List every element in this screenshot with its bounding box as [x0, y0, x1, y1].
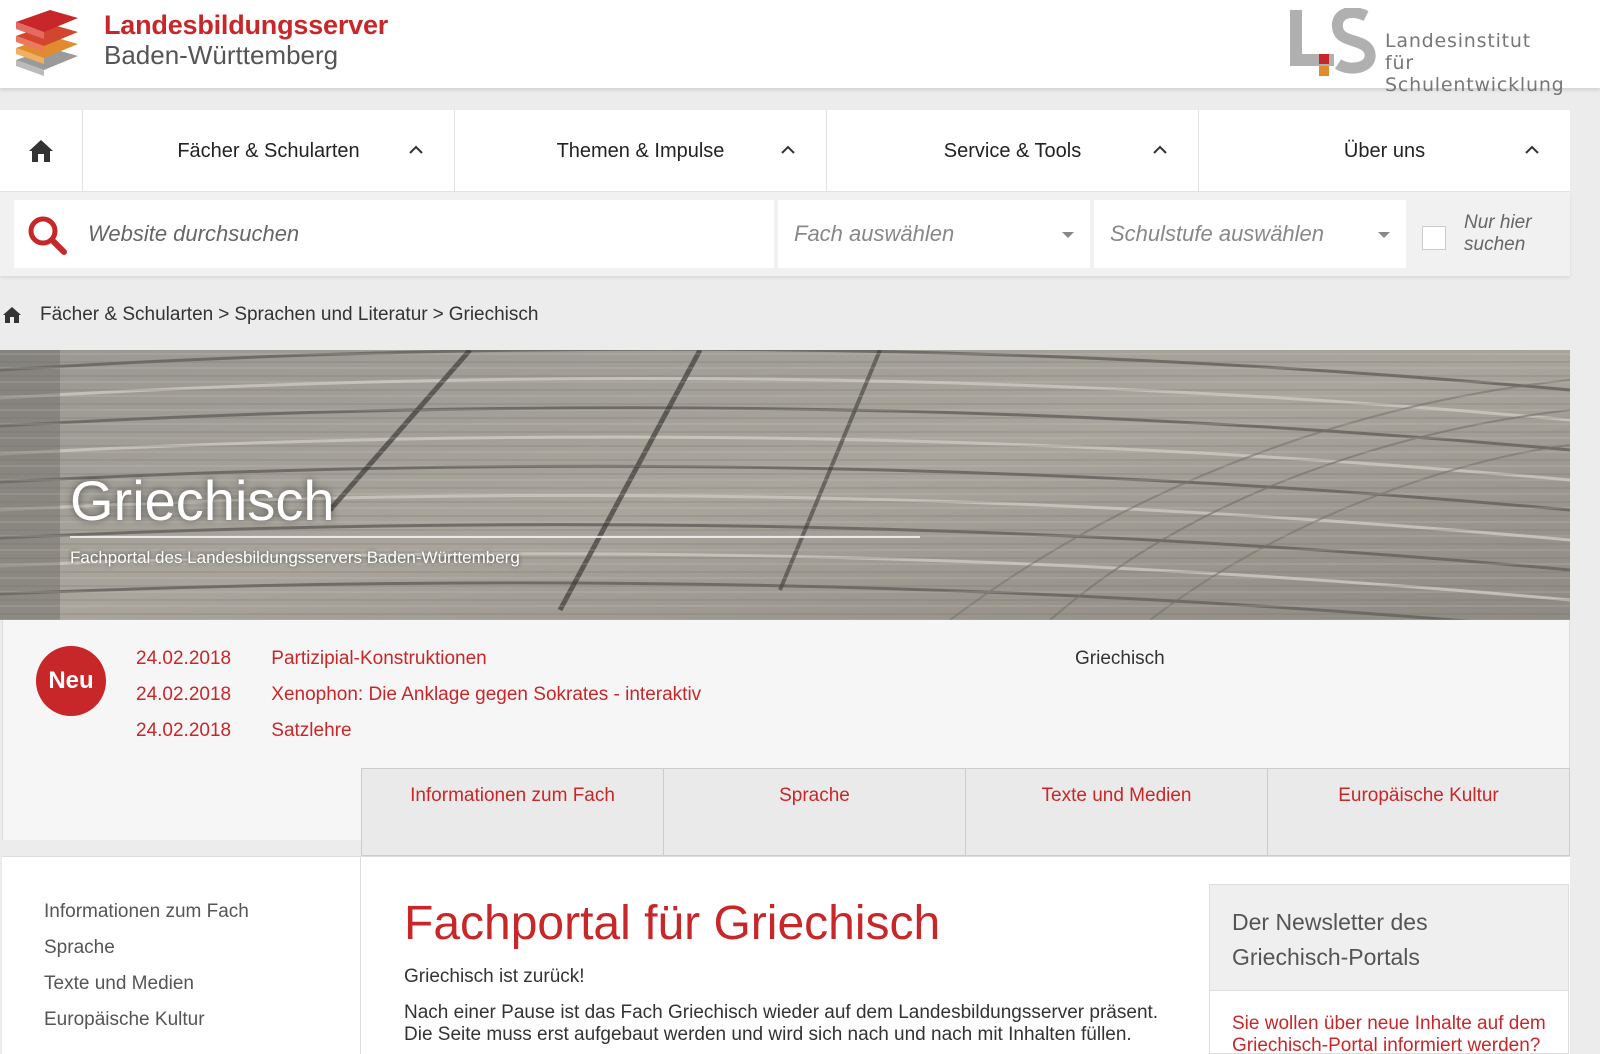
news-item[interactable]: 24.02.2018 Xenophon: Die Anklage gegen S… [136, 684, 701, 706]
breadcrumb: Fächer & Schularten > Sprachen und Liter… [0, 300, 538, 330]
caret-down-icon [1062, 232, 1074, 238]
intro-text: Griechisch ist zurück! [404, 966, 585, 987]
search-bar: Fach auswählen Schulstufe auswählen [0, 192, 1570, 276]
school-level-select[interactable]: Schulstufe auswählen [1094, 200, 1406, 268]
newsletter-heading-line: Der Newsletter des [1232, 909, 1428, 935]
newsletter-heading-line: Griechisch-Portals [1232, 944, 1420, 970]
news-title-link[interactable]: Satzlehre [271, 720, 351, 741]
chevron-up-icon [781, 145, 795, 154]
sidebar-item-sprache[interactable]: Sprache [44, 937, 115, 959]
nav-item-label: Themen & Impulse [556, 139, 725, 162]
caret-down-icon [1378, 232, 1390, 238]
breadcrumb-item[interactable]: Sprachen und Literatur [234, 304, 427, 326]
news-item[interactable]: 24.02.2018 Satzlehre [136, 720, 352, 742]
school-level-select-value: Schulstufe auswählen [1110, 221, 1325, 246]
page-title: Fachportal für Griechisch [404, 897, 941, 950]
subject-select-value: Fach auswählen [794, 221, 955, 246]
partner-name-line1: Landesinstitut [1385, 30, 1532, 52]
nav-item-label: Über uns [1343, 139, 1426, 162]
breadcrumb-separator: > [432, 304, 444, 325]
breadcrumb-separator: > [218, 304, 230, 325]
newsletter-box: Der Newsletter des Griechisch-Portals Si… [1209, 884, 1569, 1054]
body-text-line: Nach einer Pause ist das Fach Griechisch… [404, 1002, 1159, 1023]
breadcrumb-item-current: Griechisch [448, 304, 539, 325]
newsletter-heading: Der Newsletter des Griechisch-Portals [1210, 885, 1568, 991]
nav-item-label: Fächer & Schularten [177, 139, 360, 162]
only-here-label[interactable]: Nur hier suchen [1464, 212, 1564, 256]
search-box[interactable] [14, 200, 774, 268]
chevron-up-icon [409, 145, 423, 154]
main-navigation: Fächer & Schularten Themen & Impulse Ser… [0, 110, 1570, 192]
sidebar-nav: Informationen zum Fach Sprache Texte und… [2, 856, 361, 1054]
news-date: 24.02.2018 [136, 720, 232, 741]
brand-subtitle[interactable]: Baden-Württemberg [104, 40, 338, 71]
breadcrumb-item[interactable]: Fächer & Schularten [40, 304, 213, 326]
sidebar-item-informationen[interactable]: Informationen zum Fach [44, 901, 249, 923]
news-item[interactable]: 24.02.2018 Partizipial-Konstruktionen [136, 648, 487, 670]
tab-sprache[interactable]: Sprache [664, 769, 966, 856]
search-icon[interactable] [26, 214, 68, 256]
site-header: Landesbildungsserver Baden-Württemberg L… [0, 0, 1600, 96]
nav-item-faecher[interactable]: Fächer & Schularten [83, 110, 455, 192]
news-date: 24.02.2018 [136, 648, 232, 669]
news-title-link[interactable]: Xenophon: Die Anklage gegen Sokrates - i… [271, 684, 701, 705]
tab-informationen[interactable]: Informationen zum Fach [362, 769, 664, 856]
body-text-line: Die Seite muss erst aufgebaut werden und… [404, 1024, 1132, 1045]
chevron-up-icon [1525, 145, 1539, 154]
brand-title[interactable]: Landesbildungsserver [104, 10, 388, 41]
subject-select[interactable]: Fach auswählen [778, 200, 1090, 268]
body-text: Nach einer Pause ist das Fach Griechisch… [404, 1002, 1184, 1046]
newsletter-link[interactable]: Sie wollen über neue Inhalte auf dem Gri… [1232, 1013, 1562, 1054]
tab-europaeische-kultur[interactable]: Europäische Kultur [1268, 769, 1570, 856]
news-title-link[interactable]: Partizipial-Konstruktionen [271, 648, 486, 669]
nav-home-button[interactable] [0, 110, 83, 192]
partner-name-line2: für Schulentwicklung [1385, 52, 1565, 96]
nav-item-themen[interactable]: Themen & Impulse [455, 110, 827, 192]
home-icon[interactable] [2, 306, 22, 324]
sidebar-item-texte-und-medien[interactable]: Texte und Medien [44, 973, 194, 995]
news-side-label: Griechisch [1075, 648, 1165, 669]
chevron-up-icon [1153, 145, 1167, 154]
ls-logo-icon[interactable] [1288, 8, 1378, 84]
hero-subtitle: Fachportal des Landesbildungsservers Bad… [70, 548, 520, 567]
search-input[interactable] [88, 200, 758, 268]
sidebar-item-europaeische-kultur[interactable]: Europäische Kultur [44, 1009, 205, 1031]
new-badge: Neu [36, 646, 106, 716]
nav-item-service[interactable]: Service & Tools [827, 110, 1199, 192]
home-icon [29, 140, 53, 162]
tab-texte-und-medien[interactable]: Texte und Medien [966, 769, 1268, 856]
books-logo-icon[interactable] [12, 6, 82, 78]
hero-title: Griechisch [70, 469, 335, 532]
nav-item-label: Service & Tools [943, 139, 1082, 162]
section-tabs: Informationen zum Fach Sprache Texte und… [361, 768, 1570, 856]
nav-item-ueber-uns[interactable]: Über uns [1199, 110, 1570, 192]
only-here-checkbox[interactable] [1422, 226, 1446, 250]
hero-divider [70, 536, 920, 538]
news-date: 24.02.2018 [136, 684, 232, 705]
